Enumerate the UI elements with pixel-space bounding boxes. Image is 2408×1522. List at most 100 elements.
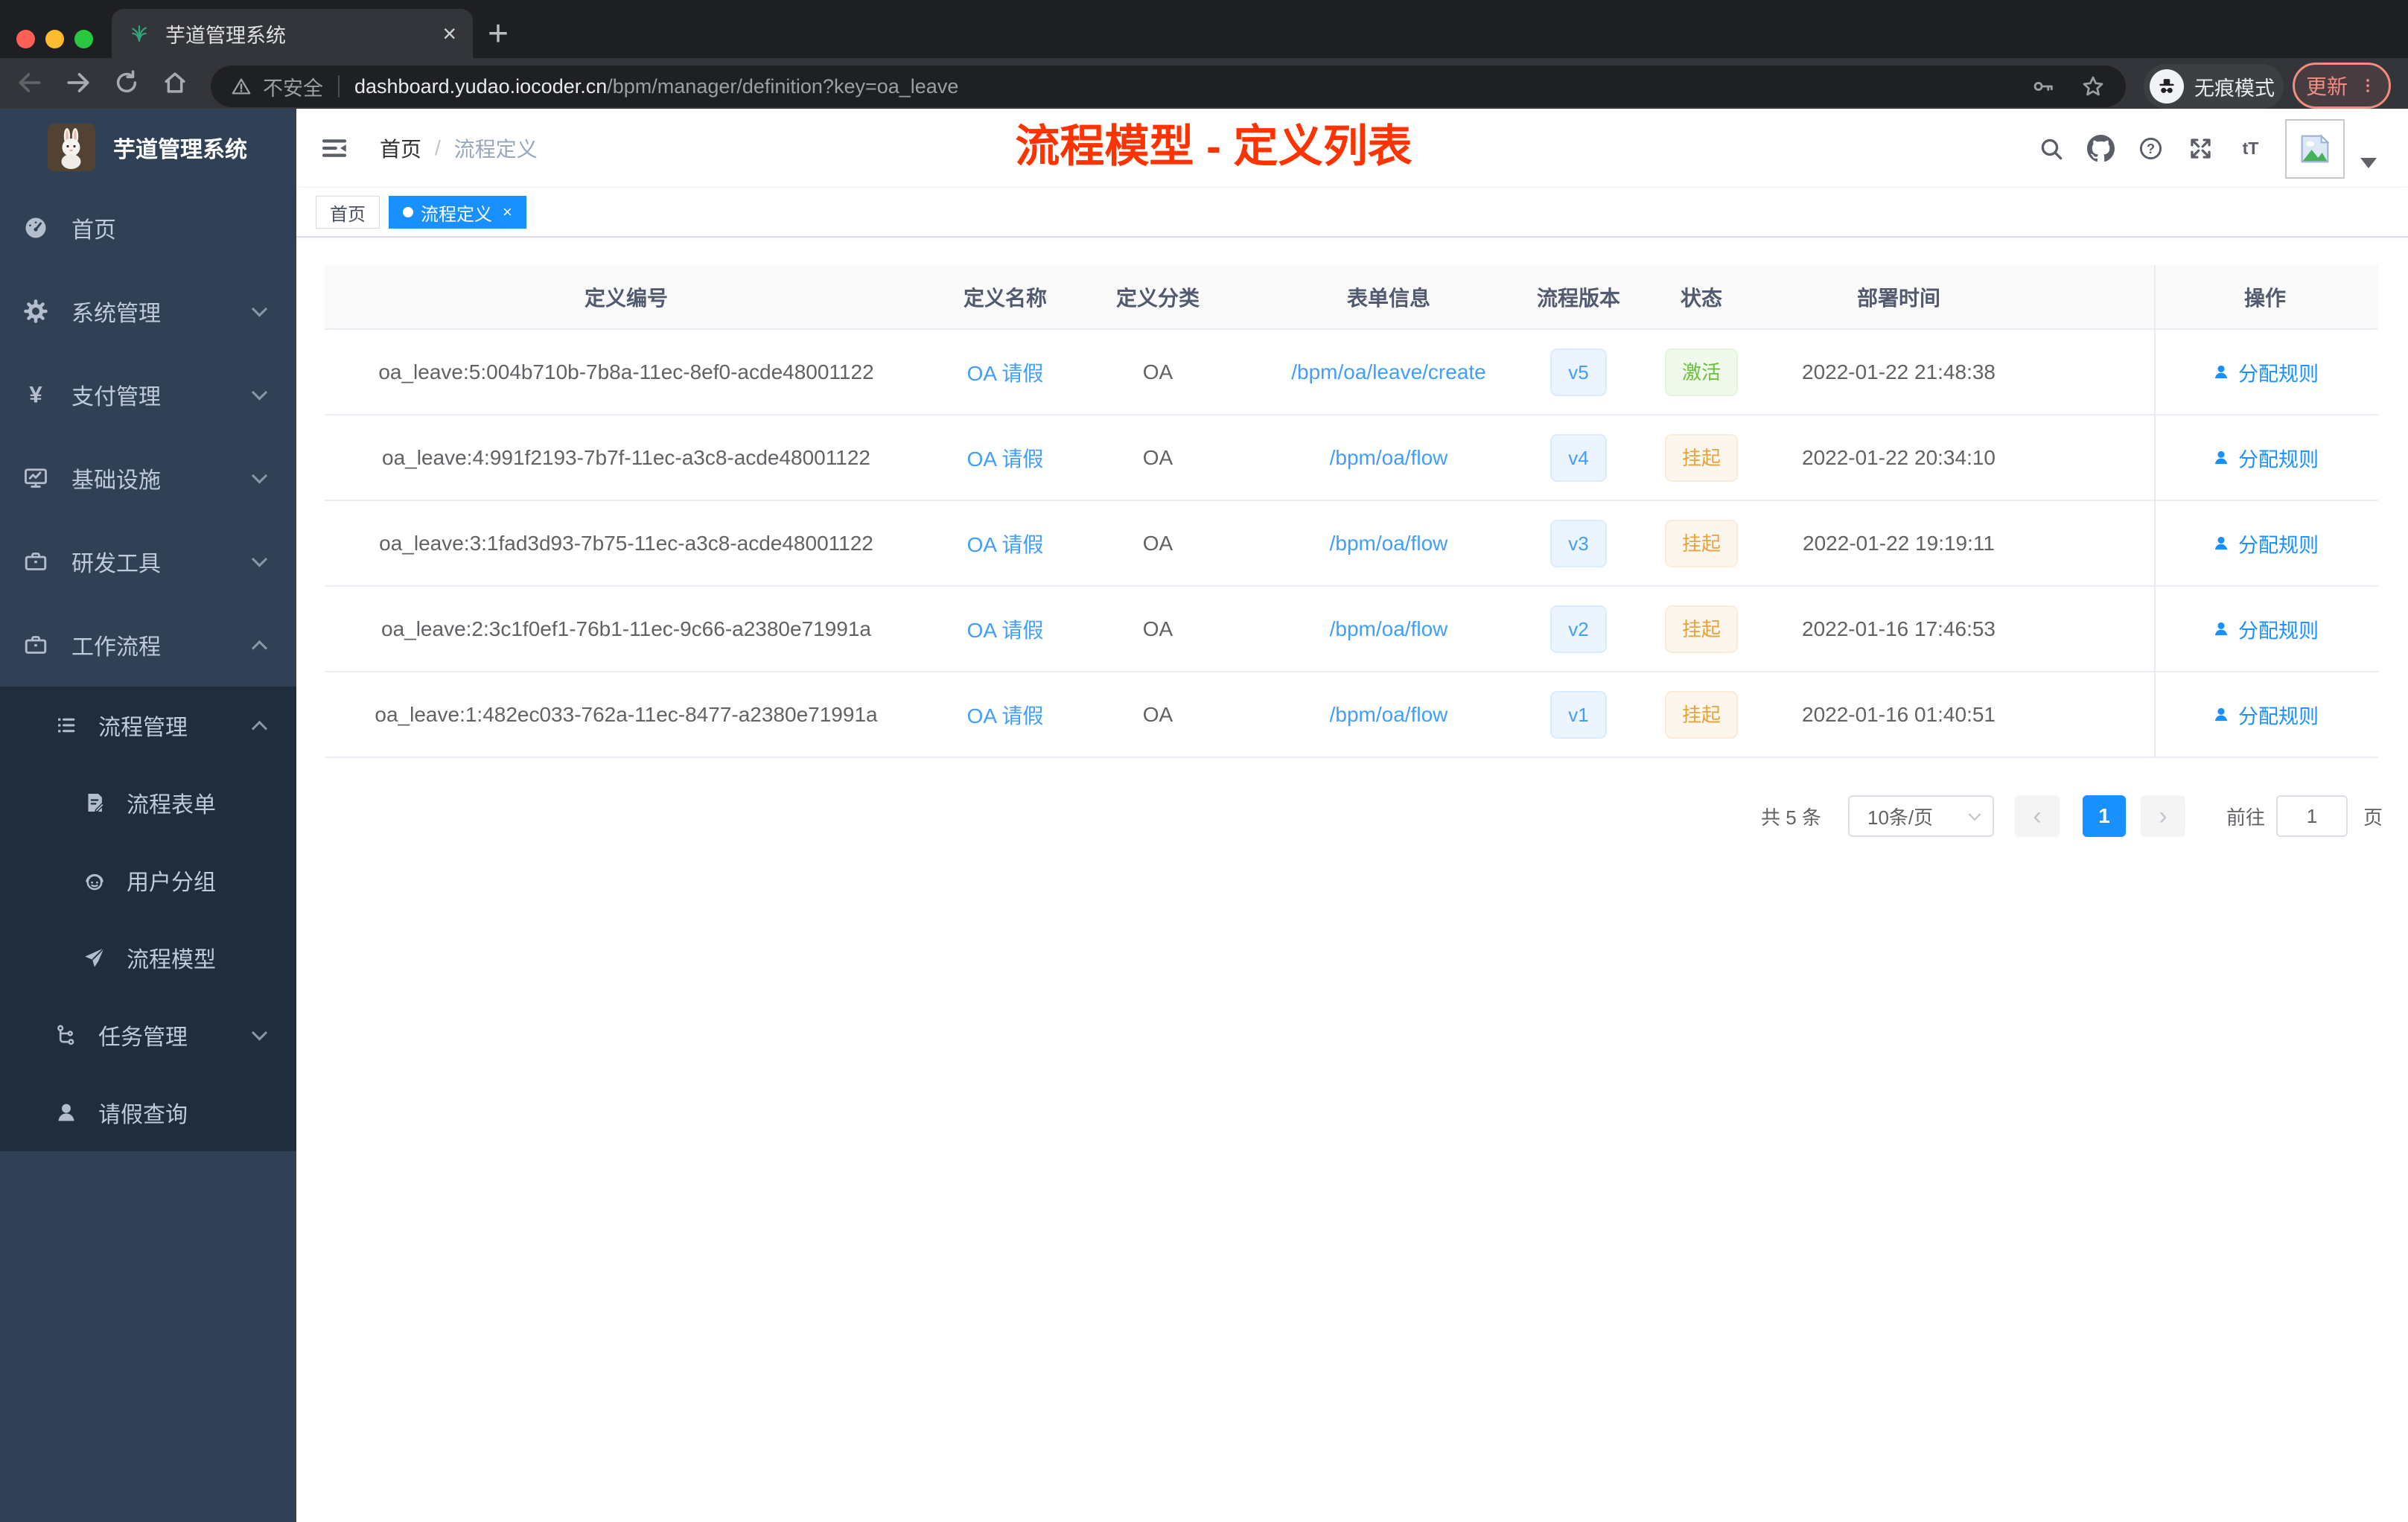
form-info-link[interactable]: /bpm/oa/flow	[1330, 532, 1448, 555]
github-icon[interactable]	[2087, 135, 2115, 162]
home-icon[interactable]	[161, 69, 189, 97]
sidebar-item[interactable]: 支付管理	[0, 353, 296, 436]
current-page-button[interactable]: 1	[2083, 795, 2126, 837]
definition-id-cell: oa_leave:4:991f2193-7b7f-11ec-a3c8-acde4…	[382, 445, 870, 469]
tag-close-icon[interactable]: ×	[503, 203, 512, 222]
incognito-label: 无痕模式	[2194, 77, 2275, 100]
version-badge: v1	[1550, 690, 1607, 739]
tag[interactable]: 流程定义 ×	[389, 196, 526, 229]
definition-name-link[interactable]: OA 请假	[967, 443, 1044, 473]
sidebar-subitem[interactable]: 请假查询	[0, 1074, 296, 1151]
definition-id-cell: oa_leave:2:3c1f0ef1-76b1-11ec-9c66-a2380…	[380, 617, 872, 640]
assign-rule-button[interactable]: 分配规则	[2211, 614, 2319, 643]
tab-close-icon[interactable]: ×	[442, 22, 456, 45]
caret-down-icon[interactable]	[2360, 158, 2377, 168]
main-area: 首页 / 流程定义 流程模型 - 定义列表 首页 ×	[296, 109, 2408, 1522]
prev-page-button[interactable]: ‹	[2015, 795, 2060, 837]
sidebar-subitem[interactable]: 任务管理	[0, 996, 296, 1074]
star-icon[interactable]	[2080, 73, 2106, 100]
sidebar-subitem[interactable]: 用户分组	[0, 841, 296, 919]
assign-rule-button[interactable]: 分配规则	[2211, 357, 2319, 386]
definition-name-link[interactable]: OA 请假	[967, 700, 1044, 730]
definition-id-cell: oa_leave:3:1fad3d93-7b75-11ec-a3c8-acde4…	[379, 531, 873, 555]
form-info-link[interactable]: /bpm/oa/flow	[1330, 703, 1448, 727]
assign-rule-button[interactable]: 分配规则	[2211, 443, 2319, 472]
assign-rule-button[interactable]: 分配规则	[2211, 700, 2319, 729]
navbar: 首页 / 流程定义	[296, 109, 2408, 188]
key-icon[interactable]	[2030, 74, 2056, 99]
user-icon	[54, 1100, 79, 1125]
sidebar-item[interactable]: 系统管理	[0, 270, 296, 353]
sidebar-item[interactable]: 工作流程	[0, 603, 296, 687]
back-icon[interactable]	[16, 69, 44, 97]
browser-tab[interactable]: 芋道管理系统 ×	[112, 9, 473, 58]
column-header: 定义分类	[1115, 286, 1200, 310]
send-icon	[82, 945, 107, 970]
table-row: oa_leave:3:1fad3d93-7b75-11ec-a3c8-acde4…	[325, 501, 2378, 587]
traffic-light-zoom[interactable]	[74, 30, 93, 48]
goto-page-input[interactable]: 1	[2276, 795, 2348, 837]
tag[interactable]: 首页 ×	[316, 196, 380, 229]
definition-name-link[interactable]: OA 请假	[967, 529, 1044, 558]
chevron-icon	[251, 720, 268, 737]
dots-vertical-icon[interactable]	[2358, 76, 2377, 95]
definition-id-cell: oa_leave:1:482ec033-762a-11ec-8477-a2380…	[375, 702, 878, 726]
chevron-icon	[251, 384, 268, 401]
new-tab-button[interactable]: +	[488, 13, 509, 54]
definition-table: 定义编号 定义名称 定义分类 表单信息 流程版本 状态 部署时间 操作 oa_leave:5:…	[325, 265, 2378, 758]
traffic-light-minimize[interactable]	[45, 30, 64, 48]
column-header: 表单信息	[1346, 286, 1431, 310]
column-header: 状态	[1680, 286, 1723, 310]
sidebar-item[interactable]: 基础设施	[0, 436, 296, 520]
definition-category-cell: OA	[1142, 531, 1173, 555]
definition-name-link[interactable]: OA 请假	[967, 357, 1044, 387]
question-icon[interactable]	[2137, 135, 2165, 162]
tags-view-bar: 首页 × 流程定义 ×	[296, 188, 2408, 238]
security-label: 不安全	[263, 77, 323, 100]
next-page-button[interactable]: ›	[2141, 795, 2185, 837]
sidebar-subitem[interactable]: 流程管理	[0, 687, 296, 764]
url-domain: dashboard.yudao.iocoder.cn	[354, 74, 608, 98]
breadcrumb-current: 流程定义	[453, 138, 538, 161]
tree-icon	[54, 1022, 79, 1048]
breadcrumb-home[interactable]: 首页	[380, 133, 421, 163]
page-unit-label: 页	[2363, 806, 2383, 829]
column-header: 部署时间	[1856, 286, 1941, 310]
form-info-link[interactable]: /bpm/oa/flow	[1330, 446, 1448, 470]
definition-name-link[interactable]: OA 请假	[967, 614, 1044, 644]
app-logo: 芋道管理系统	[0, 109, 296, 186]
url-bar[interactable]: 不安全 dashboard.yudao.iocoder.cn/bpm/manag…	[211, 66, 2126, 107]
form-info-link[interactable]: /bpm/oa/leave/create	[1291, 360, 1486, 384]
image-placeholder-icon	[2296, 130, 2334, 168]
sidebar-subitem[interactable]: 流程模型	[0, 919, 296, 996]
hamburger-icon[interactable]	[319, 133, 350, 164]
form-info-link[interactable]: /bpm/oa/flow	[1330, 617, 1448, 641]
fullscreen-icon[interactable]	[2187, 135, 2214, 162]
sidebar-item[interactable]: 研发工具	[0, 520, 296, 603]
user-icon	[2211, 534, 2231, 553]
update-button[interactable]: 更新	[2293, 63, 2391, 109]
sidebar-subitem[interactable]: 流程表单	[0, 764, 296, 841]
definition-category-cell: OA	[1142, 360, 1173, 383]
fontsize-icon[interactable]	[2237, 135, 2264, 162]
sidebar-item[interactable]: 首页	[0, 186, 296, 270]
search-icon[interactable]	[2037, 135, 2065, 162]
user-icon	[2211, 448, 2231, 468]
assign-rule-button[interactable]: 分配规则	[2211, 529, 2319, 558]
yen-icon	[22, 381, 49, 408]
sidebar-sub-menu: 流程管理 流程表单 用户分组 流程模型 任务管理 请假查询	[0, 687, 296, 1151]
screen: 芋道管理系统 × + 不安全 dashboard.yudao.iocoder.c…	[0, 0, 2408, 1522]
column-header: 定义编号	[584, 286, 669, 310]
column-header: 流程版本	[1536, 286, 1621, 310]
user-icon	[2211, 620, 2231, 639]
forward-icon[interactable]	[64, 69, 92, 97]
incognito-badge: 无痕模式	[2144, 64, 2284, 109]
version-badge: v5	[1550, 348, 1607, 396]
avatar[interactable]	[2285, 119, 2345, 179]
status-badge: 挂起	[1665, 519, 1738, 567]
active-dot	[403, 207, 413, 217]
page-size-select[interactable]: 10条/页	[1848, 795, 1994, 837]
reload-icon[interactable]	[112, 69, 141, 97]
traffic-light-close[interactable]	[16, 30, 35, 48]
fixed-column-divider	[2154, 265, 2156, 758]
